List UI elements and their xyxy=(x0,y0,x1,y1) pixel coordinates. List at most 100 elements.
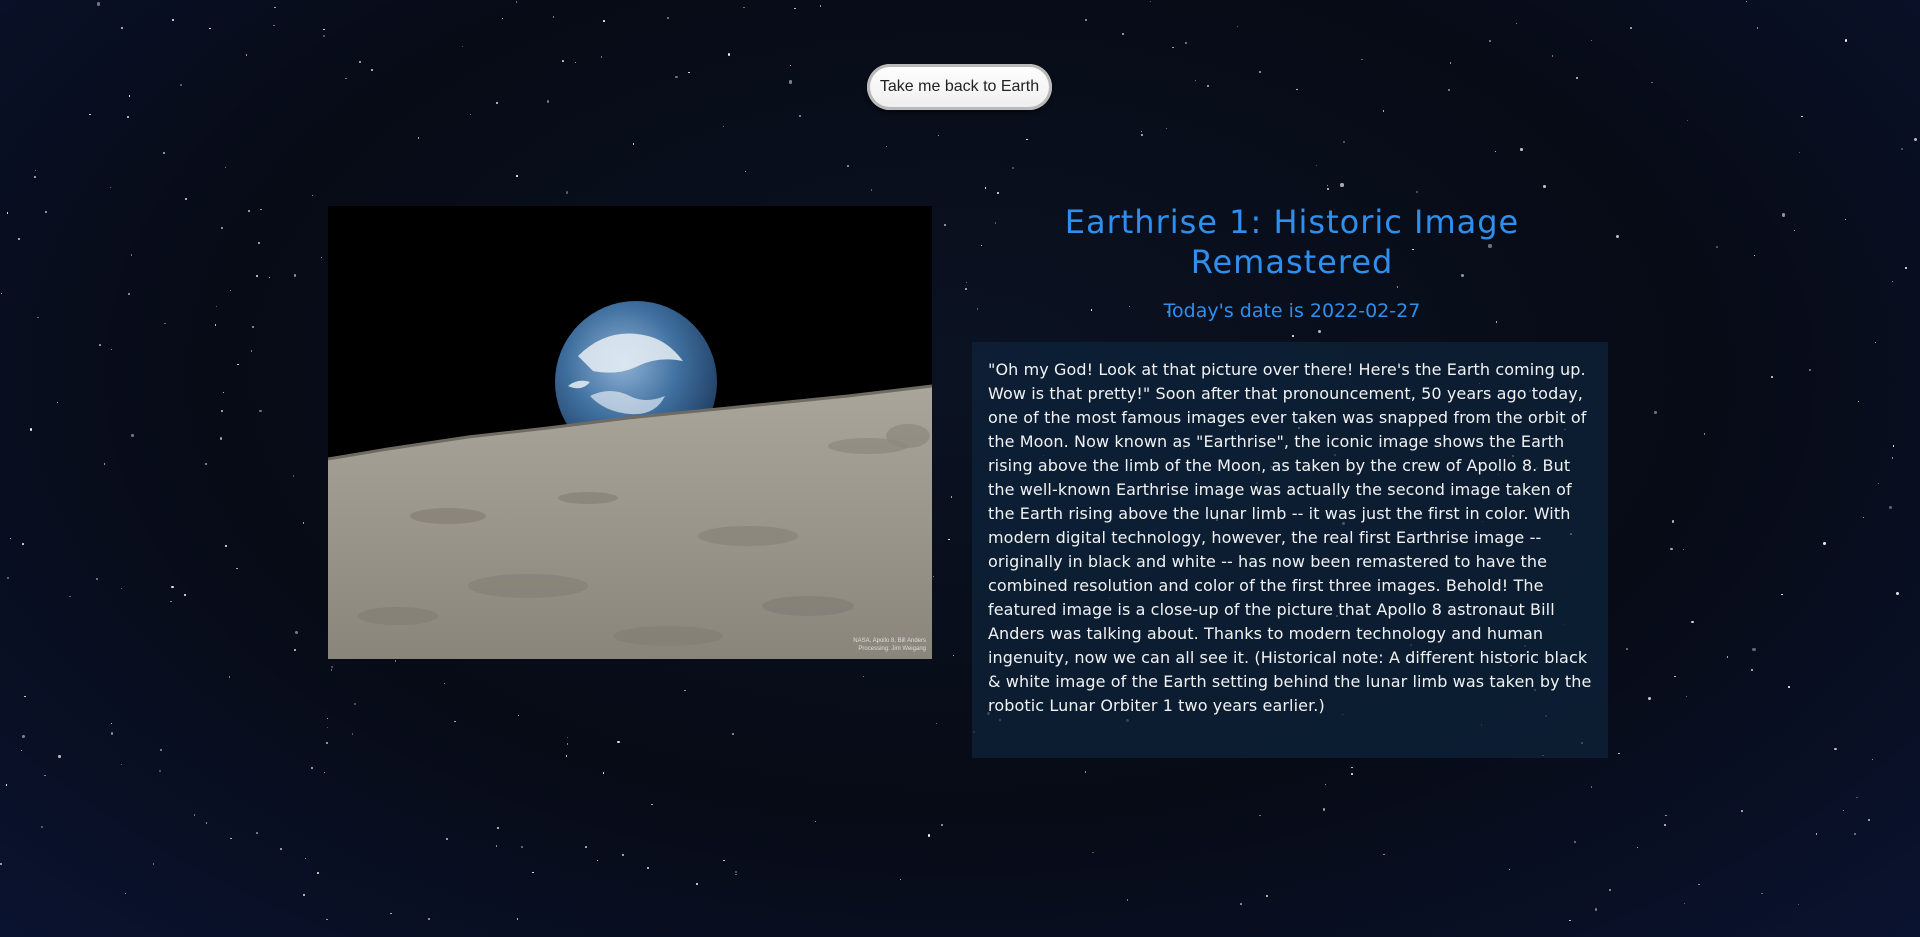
star xyxy=(20,749,22,752)
star xyxy=(259,409,262,412)
star xyxy=(206,822,208,824)
star xyxy=(99,343,101,346)
star xyxy=(1575,77,1578,80)
star xyxy=(256,832,258,834)
star xyxy=(1542,185,1546,188)
star xyxy=(1670,547,1674,551)
star xyxy=(163,322,166,325)
star xyxy=(684,689,687,692)
star xyxy=(302,522,305,525)
star xyxy=(602,772,604,774)
star xyxy=(735,870,738,873)
star xyxy=(1664,823,1667,826)
star xyxy=(1149,0,1151,3)
star xyxy=(272,24,275,27)
star xyxy=(1726,656,1728,658)
star xyxy=(312,194,314,196)
star xyxy=(1751,668,1753,671)
star xyxy=(1011,166,1014,170)
star xyxy=(294,274,297,277)
star xyxy=(666,17,669,19)
star xyxy=(1343,141,1346,144)
star xyxy=(222,392,224,394)
star xyxy=(1122,33,1124,36)
star xyxy=(1590,785,1593,788)
star xyxy=(237,363,239,366)
star xyxy=(1905,267,1907,270)
star xyxy=(5,784,7,786)
star xyxy=(302,893,305,897)
star xyxy=(1551,55,1554,57)
star xyxy=(1,293,3,295)
star xyxy=(128,95,131,97)
star xyxy=(790,65,792,67)
star xyxy=(819,5,821,7)
star xyxy=(390,912,393,915)
star xyxy=(183,593,186,596)
star xyxy=(1396,285,1399,288)
star xyxy=(1194,80,1196,82)
star xyxy=(722,125,725,128)
star xyxy=(171,19,174,22)
star xyxy=(603,20,605,22)
star xyxy=(330,669,333,671)
star xyxy=(1026,138,1028,141)
star xyxy=(130,433,135,438)
star xyxy=(193,814,196,816)
star xyxy=(162,152,165,154)
star xyxy=(1085,19,1087,21)
star xyxy=(495,102,498,105)
star xyxy=(268,276,270,278)
star xyxy=(1761,892,1764,895)
star xyxy=(0,862,3,865)
star xyxy=(120,587,123,590)
star xyxy=(600,56,602,58)
star xyxy=(1716,246,1719,249)
back-to-earth-button[interactable]: Take me back to Earth xyxy=(867,64,1052,110)
star xyxy=(225,167,227,169)
star xyxy=(359,61,362,64)
star xyxy=(546,100,549,103)
star xyxy=(1316,164,1318,166)
star xyxy=(443,682,446,685)
earthrise-photo-graphic xyxy=(328,206,932,659)
star xyxy=(1383,110,1385,112)
star xyxy=(180,84,182,87)
star xyxy=(228,676,231,678)
star xyxy=(1877,482,1879,484)
star xyxy=(1845,219,1847,221)
star xyxy=(252,326,255,329)
star xyxy=(1647,696,1652,701)
star xyxy=(646,867,649,869)
star xyxy=(517,714,519,716)
star xyxy=(1295,88,1298,91)
star xyxy=(325,741,328,744)
star xyxy=(371,69,374,72)
star xyxy=(274,6,276,8)
star xyxy=(735,873,737,876)
star xyxy=(160,748,163,751)
star xyxy=(965,282,967,284)
star xyxy=(1741,810,1744,813)
star xyxy=(1862,517,1864,519)
star xyxy=(937,135,939,137)
star xyxy=(1327,187,1330,190)
star xyxy=(1240,903,1242,905)
star xyxy=(1685,695,1688,698)
star xyxy=(1823,541,1826,545)
star xyxy=(1322,808,1326,811)
star xyxy=(1350,772,1353,775)
star xyxy=(445,838,448,841)
star xyxy=(258,241,260,244)
star xyxy=(1327,184,1329,186)
star xyxy=(158,769,162,772)
star xyxy=(1703,433,1706,436)
star xyxy=(789,80,793,84)
star xyxy=(899,878,902,881)
star xyxy=(952,654,955,657)
star xyxy=(814,821,817,823)
star xyxy=(696,883,698,885)
star xyxy=(103,463,106,465)
star xyxy=(846,164,849,167)
star xyxy=(1509,868,1511,870)
